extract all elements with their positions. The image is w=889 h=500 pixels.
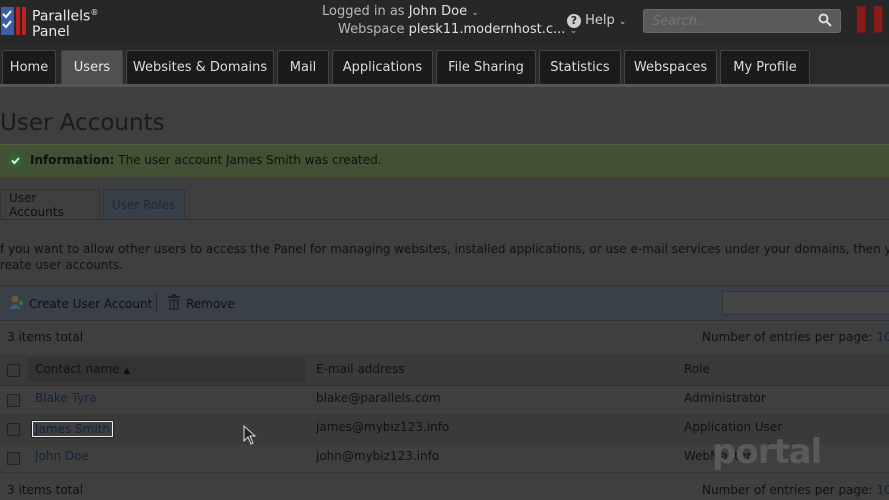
entries-per-page: Number of entries per page: 10: [702, 330, 889, 344]
tab-home[interactable]: Home: [2, 50, 56, 84]
row-checkbox[interactable]: [7, 394, 20, 407]
contact-name-link[interactable]: John Doe: [35, 449, 89, 463]
search-input[interactable]: [650, 12, 814, 30]
logged-in-info: Logged in as John Doe ⌄: [322, 4, 479, 19]
mouse-cursor-icon: [243, 424, 257, 449]
parallels-logo-icon: [0, 6, 28, 36]
remove-button[interactable]: Remove: [167, 294, 235, 313]
user-menu[interactable]: John Doe: [409, 4, 467, 19]
role-cell: Administrator: [684, 391, 766, 405]
webspace-selector[interactable]: Webspace plesk11.modernhost.c... ⌄: [338, 22, 577, 37]
per-page-option[interactable]: 10: [876, 330, 889, 344]
email-cell: john@mybiz123.info: [316, 449, 440, 463]
items-total: 3 items total: [7, 330, 84, 344]
webspace-label: Webspace: [338, 22, 405, 37]
description-line1: f you want to allow other users to acces…: [0, 242, 889, 256]
tab-websites-domains[interactable]: Websites & Domains: [126, 50, 274, 84]
table-row: Blake Tyra blake@parallels.com Administr…: [0, 385, 889, 415]
tab-statistics[interactable]: Statistics: [539, 50, 621, 84]
items-total-bottom: 3 items total: [7, 483, 84, 497]
add-user-icon: [8, 294, 24, 313]
column-email[interactable]: E-mail address: [316, 362, 405, 376]
tab-file-sharing[interactable]: File Sharing: [436, 50, 536, 84]
search-box: [643, 9, 841, 33]
tab-mail[interactable]: Mail: [277, 50, 329, 84]
portal-watermark: portal: [712, 432, 822, 472]
subtab-user-roles[interactable]: User Roles: [103, 189, 185, 220]
page-description: f you want to allow other users to acces…: [0, 241, 889, 273]
trash-icon: [167, 294, 181, 313]
info-message: Information: The user account James Smit…: [0, 144, 889, 177]
list-toolbar: Create User Account Remove: [0, 285, 889, 321]
info-text: Information: The user account James Smit…: [30, 153, 382, 167]
description-line2: reate user accounts.: [0, 258, 124, 272]
logged-in-label: Logged in as: [322, 4, 405, 19]
brand-line1: Parallels: [32, 8, 91, 25]
contact-name-link[interactable]: Blake Tyra: [35, 391, 97, 405]
row-checkbox[interactable]: [7, 423, 20, 436]
help-label[interactable]: Help: [585, 13, 615, 28]
column-contact-name[interactable]: Contact name ▲: [35, 362, 130, 376]
help-icon: ?: [567, 14, 581, 28]
brand-name: Parallels® Panel: [32, 8, 99, 40]
chevron-down-icon[interactable]: ⌄: [471, 8, 479, 18]
email-cell: blake@parallels.com: [316, 391, 441, 405]
contact-name-link[interactable]: James Smith: [32, 421, 113, 437]
per-page-option[interactable]: 10: [876, 483, 889, 497]
row-checkbox[interactable]: [7, 452, 20, 465]
create-user-label: Create User Account: [29, 296, 153, 311]
sort-ascending-icon: ▲: [123, 366, 131, 376]
email-cell: james@mybiz123.info: [316, 420, 450, 434]
table-header: Contact name ▲ E-mail address Role: [0, 355, 889, 386]
per-page-label: Number of entries per page:: [702, 330, 873, 344]
brand-line2: Panel: [32, 23, 70, 40]
remove-label: Remove: [186, 296, 235, 311]
help-menu[interactable]: ? Help ⌄: [567, 13, 626, 28]
search-icon[interactable]: [818, 13, 832, 31]
tab-my-profile[interactable]: My Profile: [720, 50, 810, 84]
success-check-icon: [8, 153, 23, 172]
create-user-account-button[interactable]: Create User Account: [8, 294, 152, 313]
page-title: User Accounts: [0, 110, 165, 136]
chevron-down-icon[interactable]: ⌄: [619, 17, 627, 27]
info-label: Information:: [30, 153, 115, 167]
subtab-user-accounts[interactable]: User Accounts: [0, 189, 100, 220]
select-all-checkbox[interactable]: [7, 364, 20, 377]
tab-applications[interactable]: Applications: [332, 50, 433, 84]
tab-users[interactable]: Users: [61, 50, 123, 84]
toolbar-divider: [156, 293, 157, 312]
subtab-divider: [0, 219, 889, 220]
column-role[interactable]: Role: [684, 362, 710, 376]
main-tabs: Home Users Websites & Domains Mail Appli…: [0, 46, 889, 87]
list-search-input[interactable]: [722, 291, 889, 315]
parallels-brand-icon: ▌▌P: [857, 8, 889, 33]
column-contact-name-label: Contact name: [35, 362, 120, 376]
tab-webspaces[interactable]: Webspaces: [624, 50, 717, 84]
info-message-text: The user account James Smith was created…: [118, 153, 382, 167]
per-page-label: Number of entries per page:: [702, 483, 873, 497]
webspace-value[interactable]: plesk11.modernhost.c...: [409, 22, 566, 37]
entries-per-page-bottom: Number of entries per page: 10: [702, 483, 889, 497]
